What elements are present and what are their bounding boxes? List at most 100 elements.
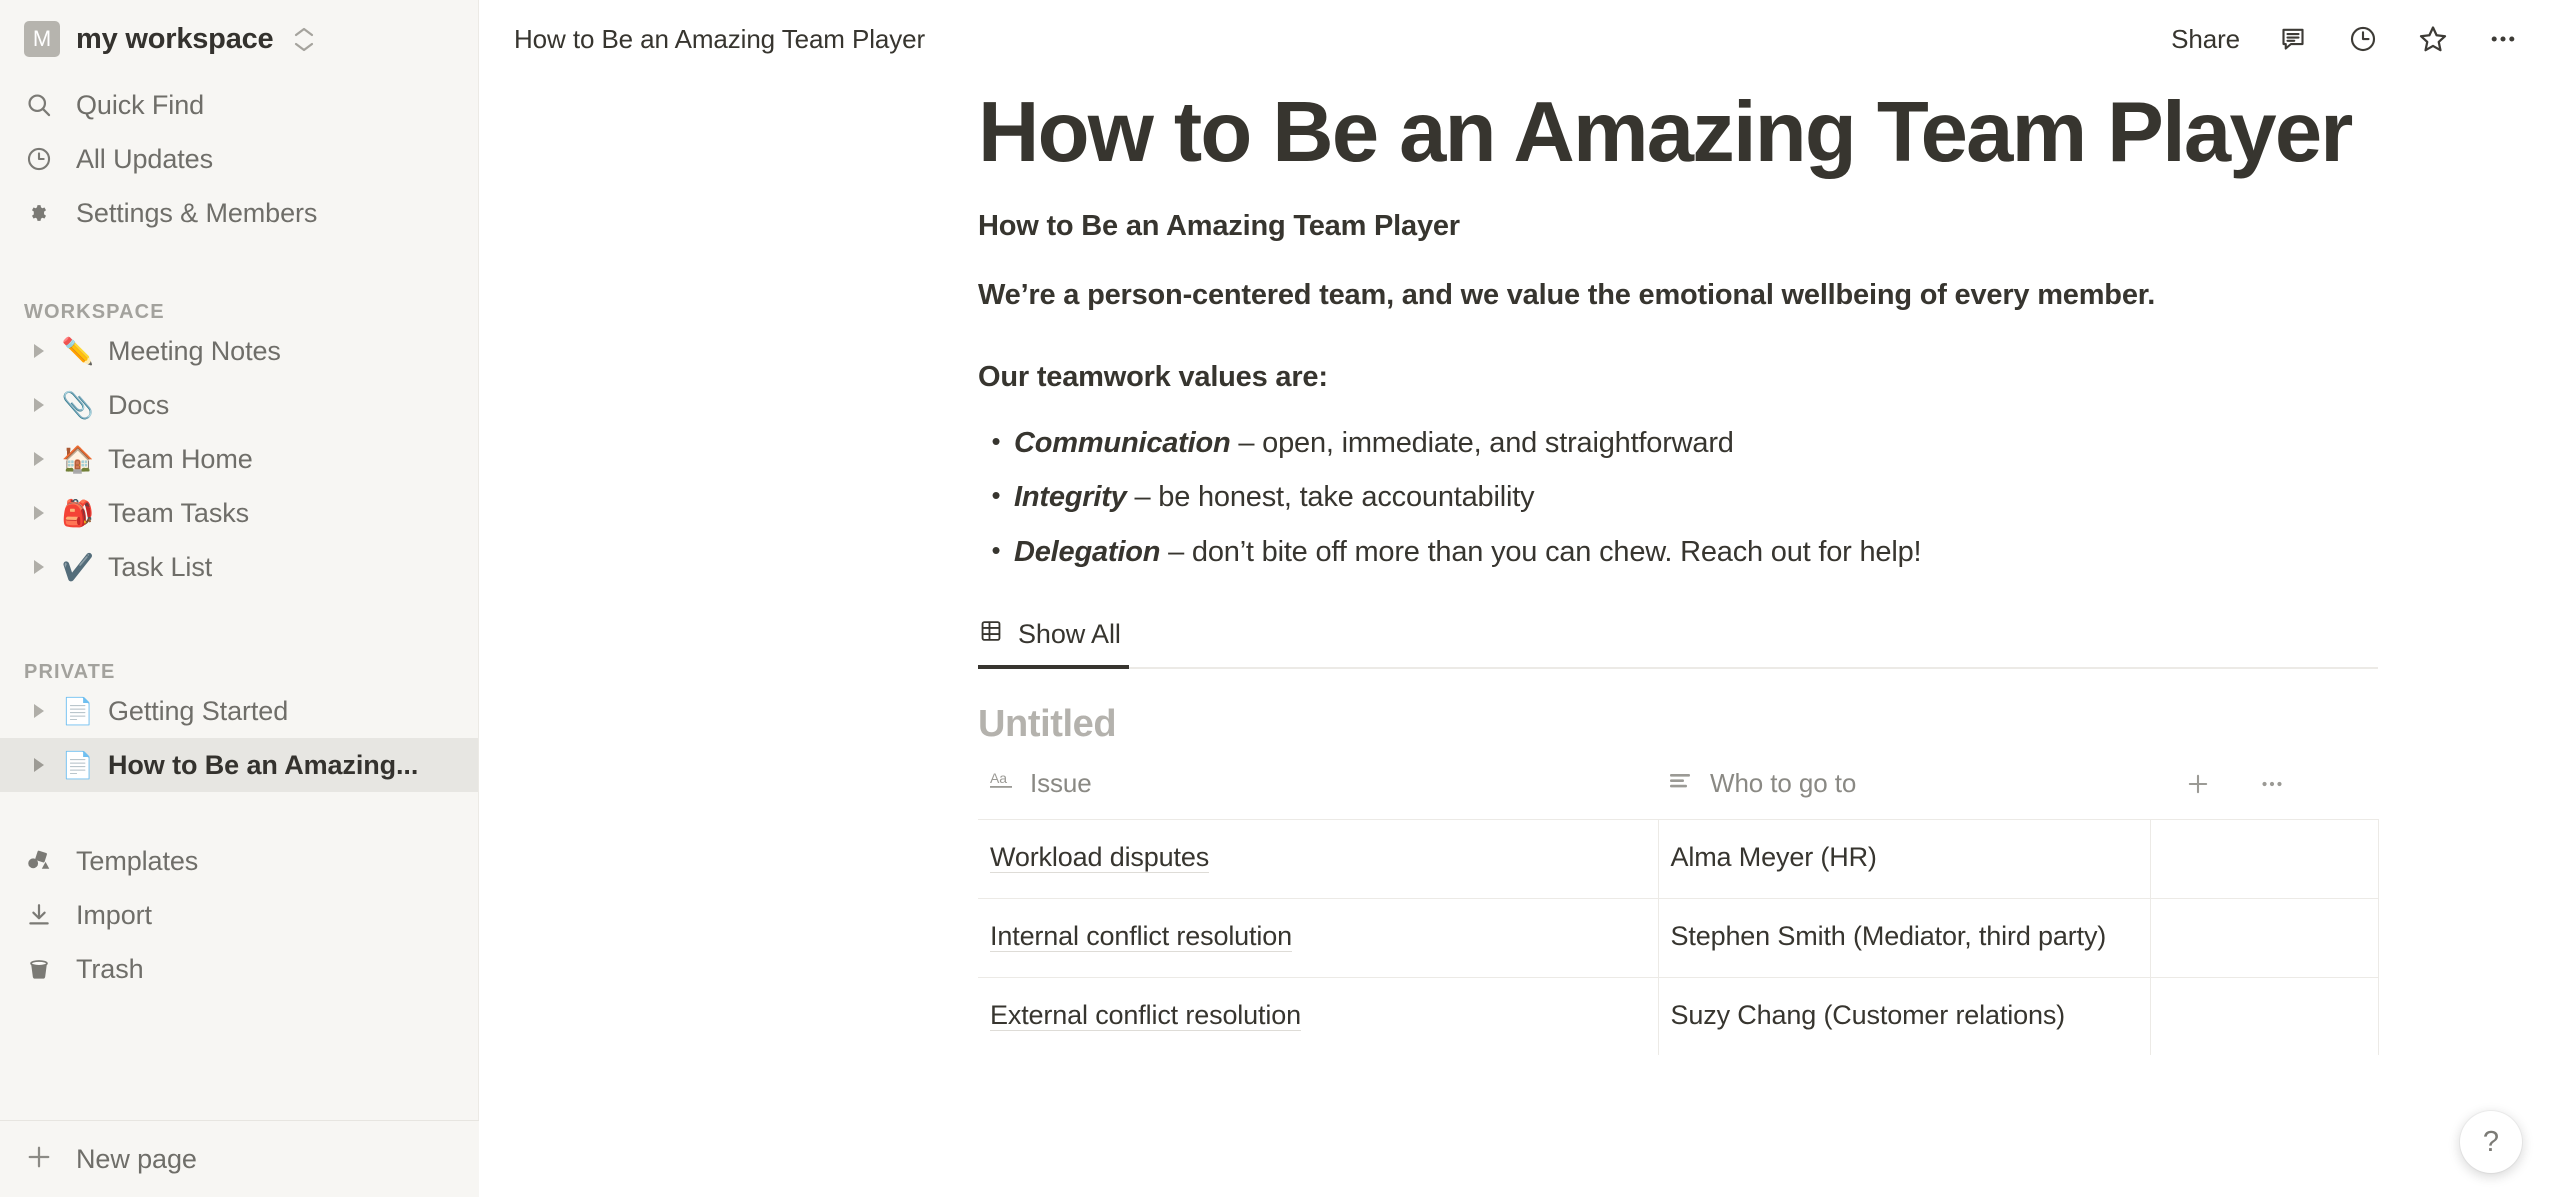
sidebar-item-label: All Updates: [76, 143, 213, 174]
list-item[interactable]: • Integrity – be honest, take accountabi…: [978, 477, 2378, 518]
value-term: Delegation: [1014, 535, 1161, 568]
cell-empty[interactable]: [2150, 976, 2379, 1056]
sidebar-item-quick-find[interactable]: Quick Find: [0, 78, 478, 132]
value-term: Integrity: [1014, 481, 1127, 514]
sidebar-item-import[interactable]: Import: [0, 888, 478, 942]
new-page-button[interactable]: New page: [0, 1120, 479, 1197]
table-header-actions: [2150, 768, 2378, 820]
table-row[interactable]: External conflict resolution Suzy Chang …: [978, 976, 2379, 1056]
column-header-label: Issue: [1030, 768, 1092, 799]
templates-icon: [24, 847, 54, 875]
help-button[interactable]: ?: [2460, 1111, 2522, 1173]
sidebar-item-label: Templates: [76, 845, 199, 876]
value-description: be honest, take accountability: [1158, 481, 1535, 514]
cell-issue[interactable]: External conflict resolution: [978, 976, 1659, 1056]
sidebar-page-label: Task List: [108, 551, 213, 582]
issue-link[interactable]: Internal conflict resolution: [990, 921, 1292, 953]
bullet-icon: •: [991, 480, 1001, 511]
page-emoji-icon: 🎒: [61, 498, 95, 528]
disclosure-triangle-icon[interactable]: [24, 450, 58, 468]
disclosure-triangle-icon[interactable]: [24, 756, 58, 774]
issue-link[interactable]: Workload disputes: [990, 842, 1209, 874]
sidebar-item-settings-members[interactable]: Settings & Members: [0, 186, 478, 240]
page-title[interactable]: How to Be an Amazing Team Player: [978, 88, 2378, 178]
trash-icon: [24, 955, 54, 983]
sidebar-item-trash[interactable]: Trash: [0, 942, 478, 996]
gear-icon: [24, 199, 54, 227]
page-emoji-icon: 📄: [61, 696, 95, 726]
cell-issue[interactable]: Workload disputes: [978, 819, 1659, 899]
table-row[interactable]: Internal conflict resolution Stephen Smi…: [978, 898, 2379, 978]
page-emoji-icon: ✔️: [61, 552, 95, 582]
app-window: M my workspace Quick Find All Updates Se…: [0, 0, 2560, 1197]
search-icon: [24, 91, 54, 119]
table-row[interactable]: Workload disputes Alma Meyer (HR): [978, 819, 2379, 899]
disclosure-triangle-icon[interactable]: [24, 342, 58, 360]
document-intro[interactable]: We’re a person-centered team, and we val…: [978, 276, 2378, 315]
cell-who[interactable]: Stephen Smith (Mediator, third party): [1658, 898, 2151, 978]
column-header-label: Who to go to: [1710, 768, 1857, 799]
sidebar-page-label: How to Be an Amazing...: [108, 749, 419, 780]
disclosure-triangle-icon[interactable]: [24, 504, 58, 522]
database-table: Aa Issue Who to go to Workload disputes …: [978, 768, 2379, 1056]
sidebar-item-label: Quick Find: [76, 89, 205, 120]
sidebar-page-how-to-be-an-amazing[interactable]: 📄 How to Be an Amazing...: [0, 738, 478, 792]
comment-icon[interactable]: [2276, 22, 2310, 56]
page-emoji-icon: 📎: [61, 390, 95, 420]
sidebar: M my workspace Quick Find All Updates Se…: [0, 0, 479, 1197]
ellipsis-icon[interactable]: [2486, 22, 2520, 56]
column-header-issue[interactable]: Aa Issue: [978, 768, 1658, 820]
cell-empty[interactable]: [2150, 898, 2379, 978]
cell-who[interactable]: Suzy Chang (Customer relations): [1658, 976, 2151, 1056]
share-button[interactable]: Share: [2171, 24, 2240, 55]
value-description: open, immediate, and straightforward: [1262, 426, 1734, 459]
list-item[interactable]: • Delegation – don’t bite off more than …: [978, 532, 2378, 573]
sidebar-page-label: Team Home: [108, 443, 253, 474]
disclosure-triangle-icon[interactable]: [24, 702, 58, 720]
workspace-switcher[interactable]: M my workspace: [0, 0, 478, 78]
document-subtitle[interactable]: How to Be an Amazing Team Player: [978, 207, 2378, 246]
text-aa-icon: Aa: [990, 768, 1016, 799]
breadcrumb[interactable]: How to Be an Amazing Team Player: [514, 24, 925, 55]
disclosure-triangle-icon[interactable]: [24, 396, 58, 414]
table-more-options-button[interactable]: [2258, 770, 2286, 798]
workspace-avatar: M: [24, 21, 60, 57]
tab-label: Show All: [1018, 619, 1121, 650]
sidebar-page-label: Docs: [108, 389, 170, 420]
sidebar-page-getting-started[interactable]: 📄 Getting Started: [0, 684, 478, 738]
tab-show-all[interactable]: Show All: [978, 618, 1145, 670]
column-header-who-to-go-to[interactable]: Who to go to: [1658, 768, 2150, 820]
sidebar-page-team-tasks[interactable]: 🎒 Team Tasks: [0, 486, 478, 540]
page-emoji-icon: ✏️: [61, 336, 95, 366]
add-column-button[interactable]: [2184, 770, 2212, 798]
sidebar-page-task-list[interactable]: ✔️ Task List: [0, 540, 478, 594]
sidebar-page-label: Team Tasks: [108, 497, 250, 528]
import-download-icon: [24, 901, 54, 929]
values-list: • Communication – open, immediate, and s…: [978, 423, 2378, 573]
sidebar-item-templates[interactable]: Templates: [0, 834, 478, 888]
cell-who[interactable]: Alma Meyer (HR): [1658, 819, 2151, 899]
value-dash: –: [1230, 426, 1263, 459]
sidebar-page-docs[interactable]: 📎 Docs: [0, 378, 478, 432]
sidebar-item-all-updates[interactable]: All Updates: [0, 132, 478, 186]
values-heading[interactable]: Our teamwork values are:: [978, 358, 2378, 397]
clock-history-icon[interactable]: [2346, 22, 2380, 56]
clock-icon: [24, 145, 54, 173]
list-item[interactable]: • Communication – open, immediate, and s…: [978, 423, 2378, 464]
cell-empty[interactable]: [2150, 819, 2379, 899]
main-content: How to Be an Amazing Team Player Share H…: [479, 0, 2560, 1197]
value-term: Communication: [1014, 426, 1231, 459]
disclosure-triangle-icon[interactable]: [24, 558, 58, 576]
database-title[interactable]: Untitled: [978, 703, 2378, 746]
svg-text:Aa: Aa: [990, 770, 1007, 786]
section-header-private: PRIVATE: [24, 661, 116, 683]
page-emoji-icon: 📄: [61, 750, 95, 780]
sidebar-page-team-home[interactable]: 🏠 Team Home: [0, 432, 478, 486]
sidebar-page-meeting-notes[interactable]: ✏️ Meeting Notes: [0, 324, 478, 378]
issue-link[interactable]: External conflict resolution: [990, 999, 1301, 1031]
sidebar-item-label: Settings & Members: [76, 197, 318, 228]
star-icon[interactable]: [2416, 22, 2450, 56]
table-header-row: Aa Issue Who to go to: [978, 768, 2378, 820]
document-body: How to Be an Amazing Team Player How to …: [479, 88, 2560, 1056]
cell-issue[interactable]: Internal conflict resolution: [978, 898, 1659, 978]
